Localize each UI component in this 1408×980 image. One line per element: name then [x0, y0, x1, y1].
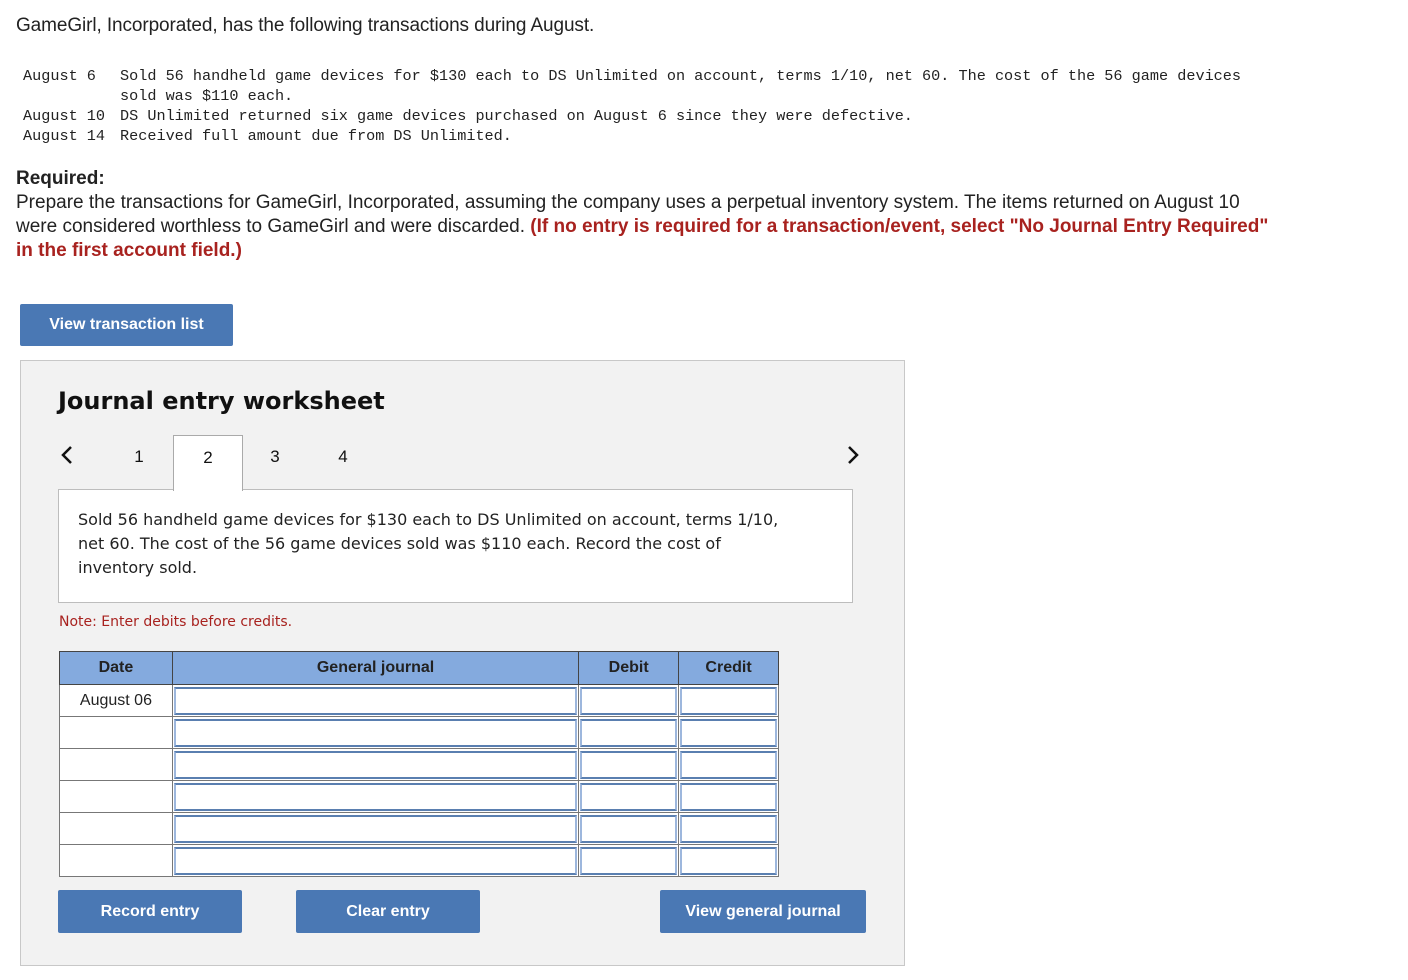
date-cell: [59, 844, 173, 877]
credit-cell: [678, 780, 779, 813]
date-cell: August 06: [59, 684, 173, 717]
credit-input[interactable]: [680, 718, 777, 747]
credit-input[interactable]: [680, 846, 777, 875]
debit-cell: [578, 812, 680, 845]
account-select[interactable]: [173, 750, 578, 779]
debit-input[interactable]: [580, 686, 678, 715]
date-cell: [59, 780, 173, 813]
tab-3[interactable]: 3: [241, 435, 309, 489]
debit-cell: [578, 684, 680, 717]
table-row: [59, 844, 779, 877]
transaction-description: Received full amount due from DS Unlimit…: [120, 127, 512, 145]
debit-cell: [578, 748, 680, 781]
table-row: August 06: [59, 684, 779, 717]
table-row: [59, 716, 779, 749]
debit-input[interactable]: [580, 718, 678, 747]
account-select[interactable]: [173, 814, 578, 843]
date-cell: [59, 716, 173, 749]
account-cell: [171, 844, 580, 877]
credit-input[interactable]: [680, 814, 777, 843]
header-debit: Debit: [578, 651, 680, 685]
table-row: [59, 780, 779, 813]
account-cell: [171, 812, 580, 845]
account-select[interactable]: [173, 686, 578, 715]
account-cell: [171, 780, 580, 813]
credit-input[interactable]: [680, 782, 777, 811]
debit-input[interactable]: [580, 846, 678, 875]
date-cell: [59, 748, 173, 781]
credit-cell: [678, 684, 779, 717]
credit-cell: [678, 844, 779, 877]
credit-input[interactable]: [680, 686, 777, 715]
record-entry-button[interactable]: Record entry: [58, 890, 242, 933]
transaction-row: August 10 DS Unlimited returned six game…: [23, 106, 1280, 126]
debit-cell: [578, 780, 680, 813]
clear-entry-button[interactable]: Clear entry: [296, 890, 480, 933]
transaction-description: DS Unlimited returned six game devices p…: [120, 107, 913, 125]
transaction-row: August 6 Sold 56 handheld game devices f…: [23, 66, 1280, 106]
note-text: Note: Enter debits before credits.: [59, 614, 293, 630]
transaction-description-box: Sold 56 handheld game devices for $130 e…: [58, 489, 853, 603]
view-general-journal-button[interactable]: View general journal: [660, 890, 866, 933]
transaction-date: August 6: [23, 67, 106, 85]
transaction-date: August 14: [23, 127, 106, 145]
credit-input[interactable]: [680, 750, 777, 779]
journal-entry-worksheet: Journal entry worksheet 1 2 3 4 Sold 56 …: [20, 360, 905, 966]
view-transaction-list-button[interactable]: View transaction list: [20, 304, 233, 346]
table-header-row: Date General journal Debit Credit: [59, 651, 779, 685]
required-section: Required: Prepare the transactions for G…: [16, 167, 1286, 263]
required-title: Required:: [16, 168, 105, 189]
transaction-list: August 6 Sold 56 handheld game devices f…: [23, 66, 1280, 146]
intro-text: GameGirl, Incorporated, has the followin…: [16, 15, 595, 36]
transaction-date: August 10: [23, 107, 106, 125]
debit-input[interactable]: [580, 750, 678, 779]
debit-cell: [578, 844, 680, 877]
account-cell: [171, 748, 580, 781]
transaction-description: Sold 56 handheld game devices for $130 e…: [120, 67, 1242, 105]
account-select[interactable]: [173, 846, 578, 875]
chevron-left-icon[interactable]: [59, 443, 79, 469]
table-row: [59, 748, 779, 781]
account-select[interactable]: [173, 718, 578, 747]
header-date: Date: [59, 651, 173, 685]
transaction-description-text: Sold 56 handheld game devices for $130 e…: [78, 510, 779, 577]
table-row: [59, 812, 779, 845]
tab-1[interactable]: 1: [105, 435, 173, 489]
tab-4[interactable]: 4: [309, 435, 377, 489]
credit-cell: [678, 716, 779, 749]
header-general-journal: General journal: [171, 651, 580, 685]
debit-cell: [578, 716, 680, 749]
chevron-right-icon[interactable]: [845, 443, 865, 469]
account-select[interactable]: [173, 782, 578, 811]
account-cell: [171, 716, 580, 749]
credit-cell: [678, 748, 779, 781]
debit-input[interactable]: [580, 782, 678, 811]
worksheet-title: Journal entry worksheet: [58, 387, 385, 415]
transaction-row: August 14 Received full amount due from …: [23, 126, 1280, 146]
tab-2[interactable]: 2: [173, 435, 243, 491]
date-cell: [59, 812, 173, 845]
header-credit: Credit: [678, 651, 779, 685]
account-cell: [171, 684, 580, 717]
journal-table: Date General journal Debit Credit August…: [59, 651, 779, 877]
credit-cell: [678, 812, 779, 845]
debit-input[interactable]: [580, 814, 678, 843]
